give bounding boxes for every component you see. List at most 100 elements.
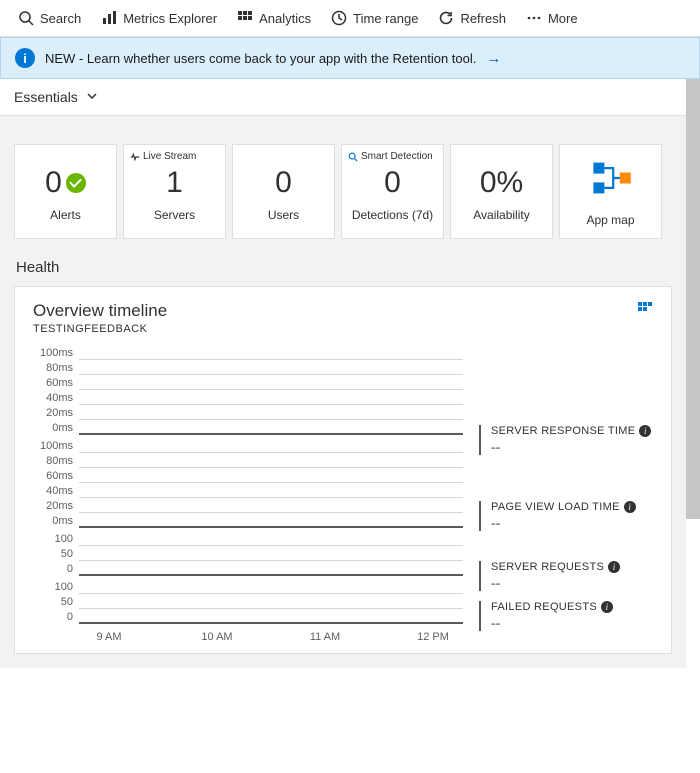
time-range-button[interactable]: Time range bbox=[323, 6, 426, 30]
ytick: 100ms bbox=[33, 440, 79, 452]
tiles-row: 0 Alerts Live Stream 1 Servers 0 Users bbox=[14, 144, 672, 239]
notification-bar[interactable]: i NEW - Learn whether users come back to… bbox=[0, 37, 700, 79]
metric-value: -- bbox=[491, 439, 653, 455]
scrollbar-thumb[interactable] bbox=[686, 79, 700, 519]
xtick: 9 AM bbox=[79, 631, 139, 643]
metrics-explorer-button[interactable]: Metrics Explorer bbox=[93, 6, 225, 30]
more-label: More bbox=[548, 11, 578, 26]
tile-alerts-number: 0 bbox=[45, 168, 62, 198]
info-icon: i bbox=[15, 48, 35, 68]
clock-icon bbox=[331, 10, 347, 26]
search-button[interactable]: Search bbox=[10, 6, 89, 30]
notification-text: NEW - Learn whether users come back to y… bbox=[45, 51, 476, 66]
chevron-down-icon bbox=[86, 89, 98, 105]
arrow-right-icon: → bbox=[486, 50, 501, 67]
chart-area: 100ms 80ms 60ms 40ms 20ms 0ms 100ms 80ms… bbox=[33, 345, 463, 643]
smart-detection-tag: Smart Detection bbox=[348, 151, 433, 162]
metric-page-view-load-time[interactable]: PAGE VIEW LOAD TIME i -- bbox=[479, 501, 653, 531]
tile-alerts-value: 0 bbox=[45, 168, 86, 198]
ytick: 100 bbox=[33, 533, 79, 545]
refresh-label: Refresh bbox=[460, 11, 506, 26]
tile-availability[interactable]: 0% Availability bbox=[450, 144, 553, 239]
metric-title: SERVER REQUESTS bbox=[491, 561, 604, 573]
metric-title: SERVER RESPONSE TIME bbox=[491, 425, 635, 437]
info-icon[interactable]: i bbox=[624, 501, 636, 513]
metric-value: -- bbox=[491, 575, 653, 591]
refresh-icon bbox=[438, 10, 454, 26]
x-axis: 9 AM 10 AM 11 AM 12 PM bbox=[33, 627, 463, 643]
tile-servers[interactable]: Live Stream 1 Servers bbox=[123, 144, 226, 239]
ytick: 50 bbox=[33, 548, 79, 560]
essentials-toggle[interactable]: Essentials bbox=[0, 79, 700, 116]
tile-servers-label: Servers bbox=[154, 208, 195, 222]
health-card: Overview timeline TESTINGFEEDBACK 100ms … bbox=[14, 286, 672, 654]
grid-icon bbox=[237, 10, 253, 26]
xtick: 12 PM bbox=[403, 631, 463, 643]
search-label: Search bbox=[40, 11, 81, 26]
xtick: 10 AM bbox=[187, 631, 247, 643]
side-metrics-panel: SERVER RESPONSE TIME i -- PAGE VIEW LOAD … bbox=[479, 345, 653, 643]
ytick: 0 bbox=[33, 563, 79, 575]
tile-detections[interactable]: Smart Detection 0 Detections (7d) bbox=[341, 144, 444, 239]
content-area: 0 Alerts Live Stream 1 Servers 0 Users bbox=[0, 116, 686, 668]
more-icon bbox=[526, 10, 542, 26]
info-icon[interactable]: i bbox=[639, 425, 651, 437]
appmap-icon bbox=[589, 156, 633, 203]
metric-server-requests[interactable]: SERVER REQUESTS i -- bbox=[479, 561, 653, 591]
smart-detection-text: Smart Detection bbox=[361, 151, 433, 162]
bar-chart-icon bbox=[101, 10, 117, 26]
ytick: 20ms bbox=[33, 500, 79, 512]
tile-availability-label: Availability bbox=[473, 208, 529, 222]
metric-server-response-time[interactable]: SERVER RESPONSE TIME i -- bbox=[479, 425, 653, 455]
chart-server-response-time[interactable]: 100ms 80ms 60ms 40ms 20ms 0ms bbox=[33, 345, 463, 435]
chart-page-view-load-time[interactable]: 100ms 80ms 60ms 40ms 20ms 0ms bbox=[33, 438, 463, 528]
tile-servers-value: 1 bbox=[166, 168, 183, 198]
ytick: 80ms bbox=[33, 362, 79, 374]
metric-value: -- bbox=[491, 515, 653, 531]
tile-users[interactable]: 0 Users bbox=[232, 144, 335, 239]
metric-title: FAILED REQUESTS bbox=[491, 601, 597, 613]
live-stream-tag: Live Stream bbox=[130, 151, 196, 162]
info-icon[interactable]: i bbox=[608, 561, 620, 573]
metric-failed-requests[interactable]: FAILED REQUESTS i -- bbox=[479, 601, 653, 631]
ytick: 100 bbox=[33, 581, 79, 593]
tile-detections-label: Detections (7d) bbox=[352, 208, 433, 222]
more-button[interactable]: More bbox=[518, 6, 586, 30]
essentials-label: Essentials bbox=[14, 89, 78, 105]
analytics-button[interactable]: Analytics bbox=[229, 6, 319, 30]
tile-appmap-label: App map bbox=[586, 213, 634, 227]
chart-failed-requests[interactable]: 100 50 0 bbox=[33, 579, 463, 624]
tile-alerts-label: Alerts bbox=[50, 208, 81, 222]
check-icon bbox=[66, 173, 86, 193]
chart-server-requests[interactable]: 100 50 0 bbox=[33, 531, 463, 576]
metrics-explorer-label: Metrics Explorer bbox=[123, 11, 217, 26]
ytick: 20ms bbox=[33, 407, 79, 419]
ytick: 80ms bbox=[33, 455, 79, 467]
tile-availability-value: 0% bbox=[480, 168, 523, 198]
time-range-label: Time range bbox=[353, 11, 418, 26]
xtick: 11 AM bbox=[295, 631, 355, 643]
info-icon[interactable]: i bbox=[601, 601, 613, 613]
refresh-button[interactable]: Refresh bbox=[430, 6, 514, 30]
ytick: 40ms bbox=[33, 485, 79, 497]
tile-appmap[interactable]: App map bbox=[559, 144, 662, 239]
ytick: 40ms bbox=[33, 392, 79, 404]
pin-icon[interactable] bbox=[637, 301, 653, 321]
tile-detections-value: 0 bbox=[384, 168, 401, 198]
analytics-label: Analytics bbox=[259, 11, 311, 26]
health-section-title: Health bbox=[16, 259, 672, 276]
scrollbar[interactable] bbox=[686, 79, 700, 519]
overview-timeline-title: Overview timeline bbox=[33, 301, 167, 321]
ytick: 60ms bbox=[33, 377, 79, 389]
tile-users-value: 0 bbox=[275, 168, 292, 198]
ytick: 0 bbox=[33, 611, 79, 623]
tile-alerts[interactable]: 0 Alerts bbox=[14, 144, 117, 239]
ytick: 50 bbox=[33, 596, 79, 608]
search-icon bbox=[18, 10, 34, 26]
metric-title: PAGE VIEW LOAD TIME bbox=[491, 501, 620, 513]
ytick: 60ms bbox=[33, 470, 79, 482]
ytick: 100ms bbox=[33, 347, 79, 359]
ytick: 0ms bbox=[33, 422, 79, 434]
metric-value: -- bbox=[491, 615, 653, 631]
ytick: 0ms bbox=[33, 515, 79, 527]
